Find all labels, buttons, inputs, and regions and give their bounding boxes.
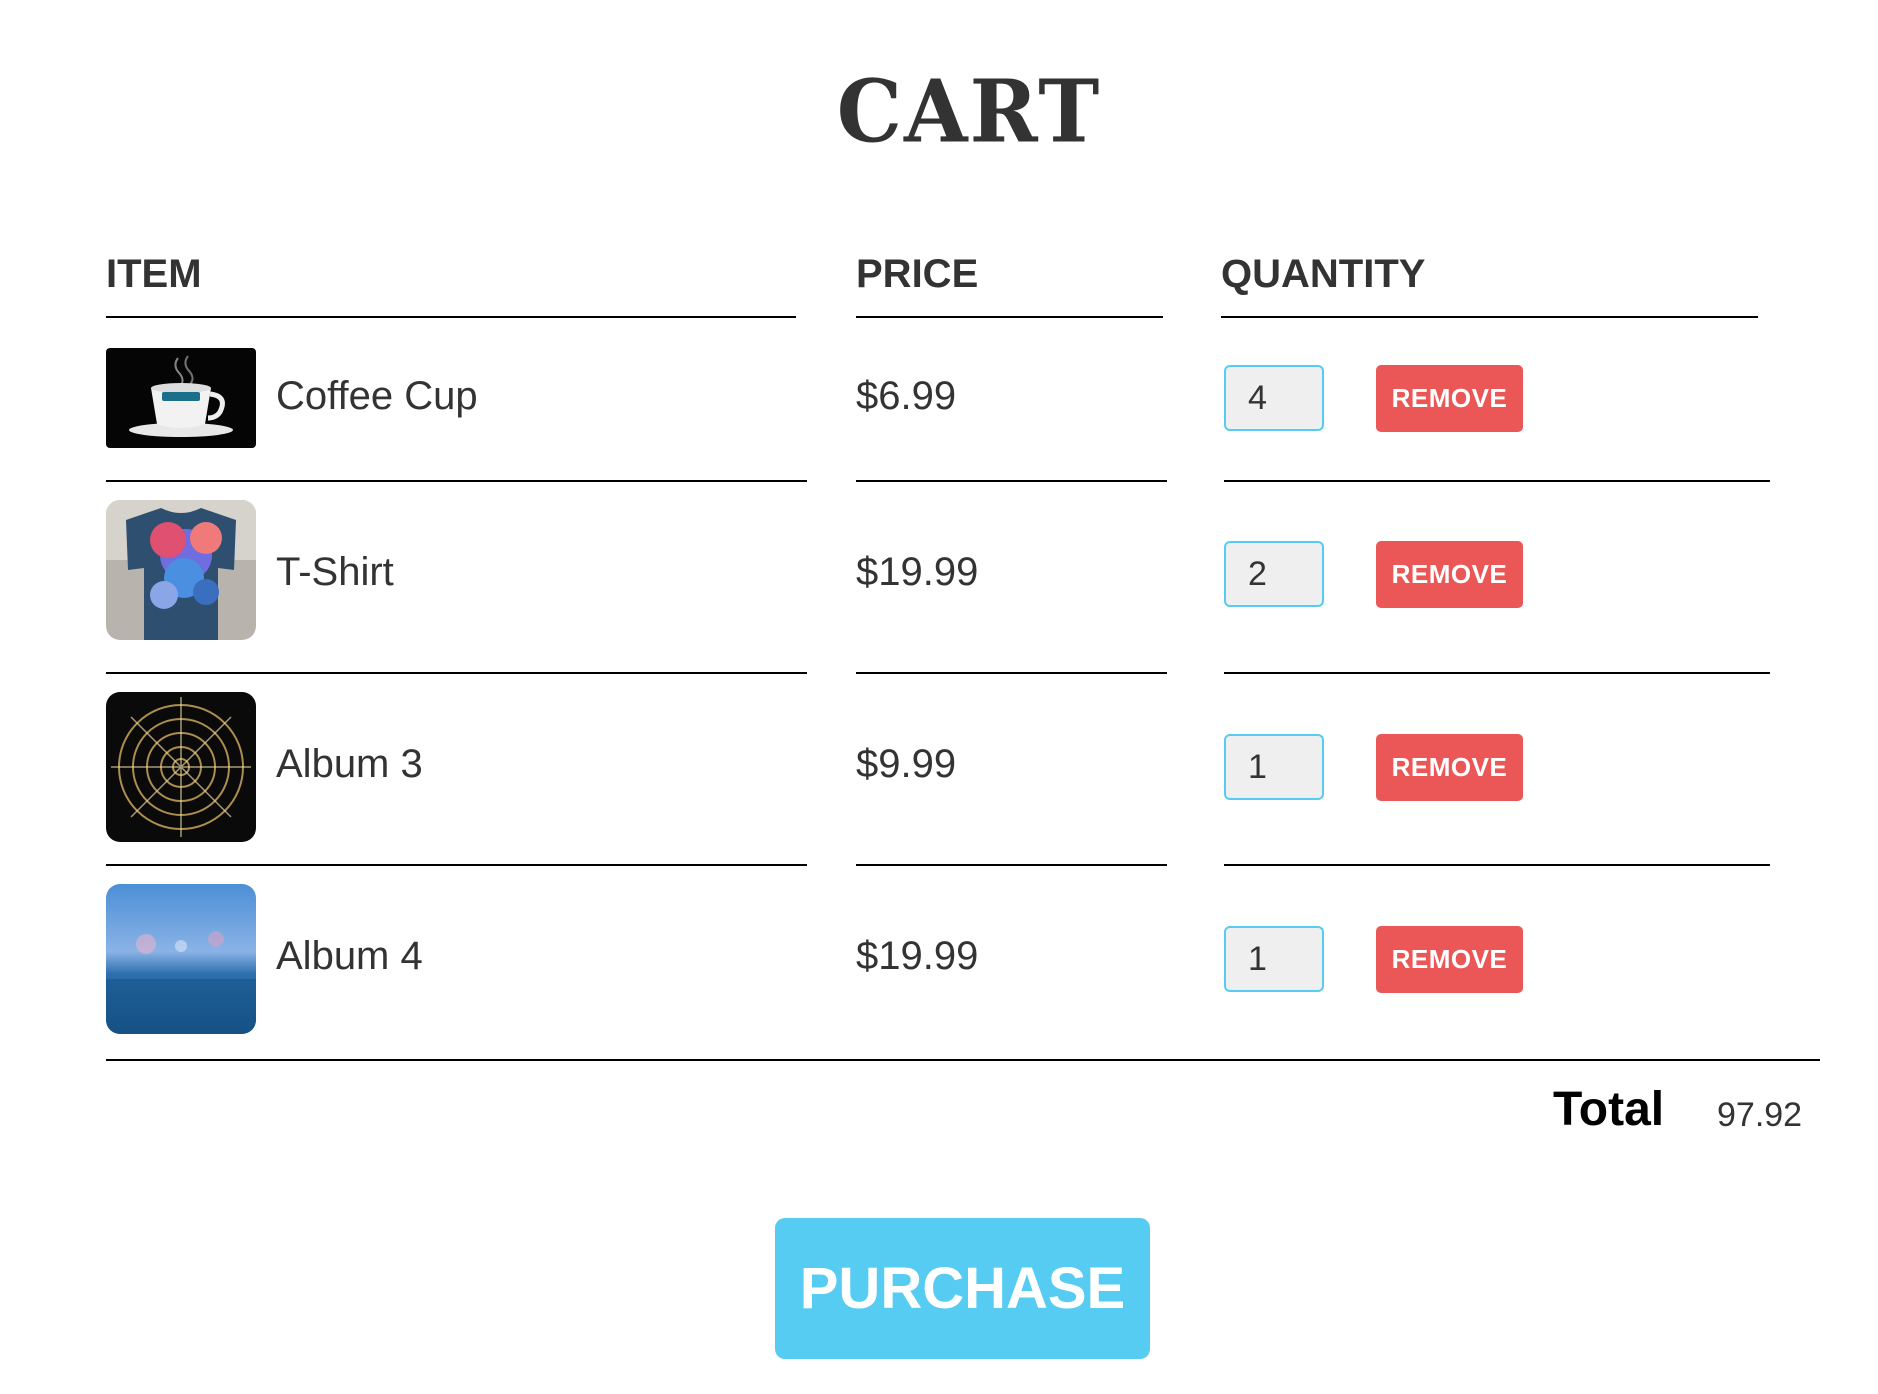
quantity-input[interactable] bbox=[1224, 365, 1324, 431]
item-price: $9.99 bbox=[856, 742, 957, 786]
item-name: T-Shirt bbox=[276, 550, 394, 594]
quantity-input[interactable] bbox=[1224, 541, 1324, 607]
header-item: ITEM bbox=[106, 250, 796, 318]
quantity-cell: REMOVE bbox=[1224, 884, 1770, 1034]
header-quantity: QUANTITY bbox=[1221, 250, 1758, 318]
quantity-cell: REMOVE bbox=[1224, 500, 1770, 674]
item-cell: T-Shirt bbox=[106, 500, 807, 674]
price-cell: $19.99 bbox=[856, 500, 1167, 674]
item-name: Album 4 bbox=[276, 934, 423, 978]
price-cell: $6.99 bbox=[856, 348, 1167, 482]
remove-button[interactable]: REMOVE bbox=[1376, 365, 1523, 432]
price-cell: $9.99 bbox=[856, 692, 1167, 866]
total-value: 97.92 bbox=[1717, 1096, 1803, 1134]
total-label: Total bbox=[1553, 1083, 1665, 1136]
total-divider bbox=[106, 1059, 1820, 1061]
item-price: $19.99 bbox=[856, 550, 979, 594]
quantity-cell: REMOVE bbox=[1224, 692, 1770, 866]
remove-button[interactable]: REMOVE bbox=[1376, 734, 1523, 801]
item-price: $6.99 bbox=[856, 374, 957, 418]
coffee-cup-image bbox=[106, 348, 256, 448]
quantity-input[interactable] bbox=[1224, 734, 1324, 800]
item-name: Album 3 bbox=[276, 742, 423, 786]
header-price: PRICE bbox=[856, 250, 1163, 318]
item-cell: Album 4 bbox=[106, 884, 807, 1034]
t-shirt-image bbox=[106, 500, 256, 640]
album-4-image bbox=[106, 884, 256, 1034]
item-name: Coffee Cup bbox=[276, 374, 478, 418]
item-cell: Album 3 bbox=[106, 692, 807, 866]
remove-button[interactable]: REMOVE bbox=[1376, 926, 1523, 993]
item-price: $19.99 bbox=[856, 934, 979, 978]
album-3-image bbox=[106, 692, 256, 842]
remove-button[interactable]: REMOVE bbox=[1376, 541, 1523, 608]
purchase-button[interactable]: PURCHASE bbox=[775, 1218, 1150, 1359]
quantity-cell: REMOVE bbox=[1224, 348, 1770, 482]
quantity-input[interactable] bbox=[1224, 926, 1324, 992]
cart-title: CART bbox=[836, 61, 1102, 163]
item-cell: Coffee Cup bbox=[106, 348, 807, 482]
price-cell: $19.99 bbox=[856, 884, 1167, 1034]
